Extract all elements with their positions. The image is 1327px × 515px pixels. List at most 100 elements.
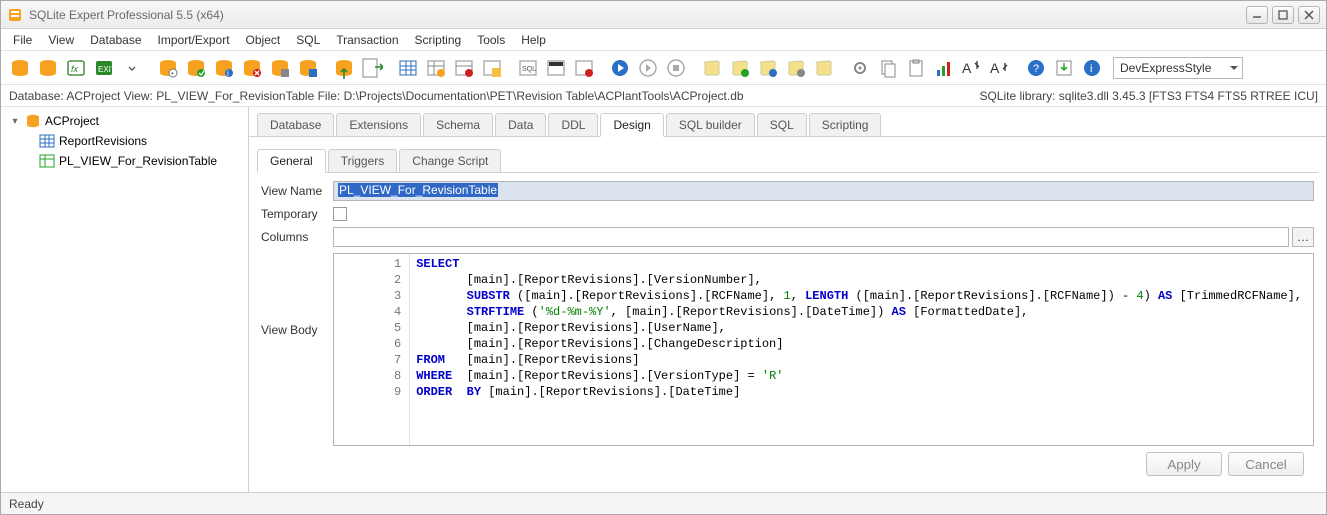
titlebar: SQLite Expert Professional 5.5 (x64) xyxy=(1,1,1326,29)
tb-grid2-icon[interactable] xyxy=(423,55,449,81)
tb-grid1-icon[interactable] xyxy=(395,55,421,81)
tab-extensions[interactable]: Extensions xyxy=(336,113,421,136)
tb-chart-icon[interactable] xyxy=(931,55,957,81)
minimize-button[interactable] xyxy=(1246,6,1268,24)
tab-schema[interactable]: Schema xyxy=(423,113,493,136)
status-text: Ready xyxy=(9,497,44,511)
menu-help[interactable]: Help xyxy=(513,29,554,50)
menu-scripting[interactable]: Scripting xyxy=(407,29,470,50)
tb-db4-icon[interactable] xyxy=(239,55,265,81)
tree-item-table[interactable]: ReportRevisions xyxy=(5,131,244,151)
view-name-label: View Name xyxy=(261,184,333,198)
tb-grid4-icon[interactable] xyxy=(479,55,505,81)
columns-label: Columns xyxy=(261,230,333,244)
tab-triggers[interactable]: Triggers xyxy=(328,149,398,172)
tree-item-view[interactable]: PL_VIEW_For_RevisionTable xyxy=(5,151,244,171)
tab-data[interactable]: Data xyxy=(495,113,546,136)
tb-step-icon[interactable] xyxy=(635,55,661,81)
tb-opendb-icon[interactable] xyxy=(35,55,61,81)
statusbar: Ready xyxy=(1,492,1326,514)
tb-db1-icon[interactable]: • xyxy=(155,55,181,81)
menu-file[interactable]: File xyxy=(5,29,40,50)
tb-stop-icon[interactable] xyxy=(663,55,689,81)
tb-update-icon[interactable] xyxy=(1051,55,1077,81)
tb-exit-icon[interactable]: EXIT xyxy=(91,55,117,81)
svg-text:?: ? xyxy=(1033,63,1039,75)
main-tabs: Database Extensions Schema Data DDL Desi… xyxy=(249,107,1326,137)
menu-sql[interactable]: SQL xyxy=(288,29,328,50)
database-icon xyxy=(25,113,41,129)
menu-database[interactable]: Database xyxy=(82,29,149,50)
tb-help-icon[interactable]: ? xyxy=(1023,55,1049,81)
infobar-right: SQLite library: sqlite3.dll 3.45.3 [FTS3… xyxy=(979,89,1318,103)
tb-sc5-icon[interactable] xyxy=(811,55,837,81)
view-body-editor[interactable]: 1 2 3 4 5 6 7 8 9 SELECT [main].[ReportR… xyxy=(333,253,1314,446)
tb-export-icon[interactable] xyxy=(359,55,385,81)
theme-select[interactable]: DevExpressStyle xyxy=(1113,57,1243,79)
code-area[interactable]: SELECT [main].[ReportRevisions].[Version… xyxy=(410,254,1313,445)
tab-general[interactable]: General xyxy=(257,149,326,173)
svg-text:A: A xyxy=(962,60,972,76)
tb-fx-icon[interactable]: fx xyxy=(63,55,89,81)
menu-transaction[interactable]: Transaction xyxy=(328,29,406,50)
tb-db5-icon[interactable] xyxy=(267,55,293,81)
columns-input[interactable] xyxy=(333,227,1289,247)
tb-paste-icon[interactable] xyxy=(903,55,929,81)
menu-view[interactable]: View xyxy=(40,29,82,50)
toolbar: fx EXIT • i SQL A A ? i DevExpressStyle xyxy=(1,51,1326,85)
tree-item-label: PL_VIEW_For_RevisionTable xyxy=(59,154,217,168)
tb-sc2-icon[interactable] xyxy=(727,55,753,81)
menu-importexport[interactable]: Import/Export xyxy=(150,29,238,50)
view-name-value: PL_VIEW_For_RevisionTable xyxy=(338,183,498,197)
tb-db3-icon[interactable]: i xyxy=(211,55,237,81)
columns-browse-button[interactable]: … xyxy=(1292,227,1314,247)
svg-text:A: A xyxy=(990,60,1000,76)
maximize-button[interactable] xyxy=(1272,6,1294,24)
tree-root-label: ACProject xyxy=(45,114,99,128)
tb-sql1-icon[interactable]: SQL xyxy=(515,55,541,81)
tb-about-icon[interactable]: i xyxy=(1079,55,1105,81)
tree-root[interactable]: ▾ ACProject xyxy=(5,111,244,131)
tab-sqlbuilder[interactable]: SQL builder xyxy=(666,113,755,136)
tab-ddl[interactable]: DDL xyxy=(548,113,598,136)
tab-changescript[interactable]: Change Script xyxy=(399,149,501,172)
apply-button[interactable]: Apply xyxy=(1146,452,1222,476)
tab-sql[interactable]: SQL xyxy=(757,113,807,136)
gutter: 1 2 3 4 5 6 7 8 9 xyxy=(334,254,410,445)
tb-db6-icon[interactable] xyxy=(295,55,321,81)
tb-newdb-icon[interactable] xyxy=(7,55,33,81)
tb-grid3-icon[interactable] xyxy=(451,55,477,81)
temporary-checkbox[interactable] xyxy=(333,207,347,221)
chevron-down-icon xyxy=(1230,66,1238,70)
menu-object[interactable]: Object xyxy=(238,29,289,50)
theme-select-value: DevExpressStyle xyxy=(1120,61,1211,75)
close-button[interactable] xyxy=(1298,6,1320,24)
svg-text:SQL: SQL xyxy=(522,66,536,73)
tab-scripting[interactable]: Scripting xyxy=(809,113,882,136)
menu-tools[interactable]: Tools xyxy=(469,29,513,50)
tb-sql2-icon[interactable] xyxy=(543,55,569,81)
tb-copy-icon[interactable] xyxy=(875,55,901,81)
tab-design[interactable]: Design xyxy=(600,113,663,137)
tb-fontinc-icon[interactable]: A xyxy=(959,55,985,81)
tb-sc4-icon[interactable] xyxy=(783,55,809,81)
tb-sc1-icon[interactable] xyxy=(699,55,725,81)
tb-dropdown-icon[interactable] xyxy=(119,55,145,81)
table-icon xyxy=(39,133,55,149)
tree-collapse-icon[interactable]: ▾ xyxy=(9,116,21,127)
infobar: Database: ACProject View: PL_VIEW_For_Re… xyxy=(1,85,1326,107)
tb-play-icon[interactable] xyxy=(607,55,633,81)
temporary-label: Temporary xyxy=(261,207,333,221)
svg-text:EXIT: EXIT xyxy=(98,65,114,74)
tb-sql3-icon[interactable] xyxy=(571,55,597,81)
tb-sc3-icon[interactable] xyxy=(755,55,781,81)
cancel-button[interactable]: Cancel xyxy=(1228,452,1304,476)
tb-db2-icon[interactable] xyxy=(183,55,209,81)
tab-database[interactable]: Database xyxy=(257,113,334,136)
tb-fontdec-icon[interactable]: A xyxy=(987,55,1013,81)
tb-gear-icon[interactable] xyxy=(847,55,873,81)
tb-import-icon[interactable] xyxy=(331,55,357,81)
view-name-input[interactable]: PL_VIEW_For_RevisionTable xyxy=(333,181,1314,201)
svg-text:i: i xyxy=(227,69,229,78)
svg-text:i: i xyxy=(1090,63,1092,75)
